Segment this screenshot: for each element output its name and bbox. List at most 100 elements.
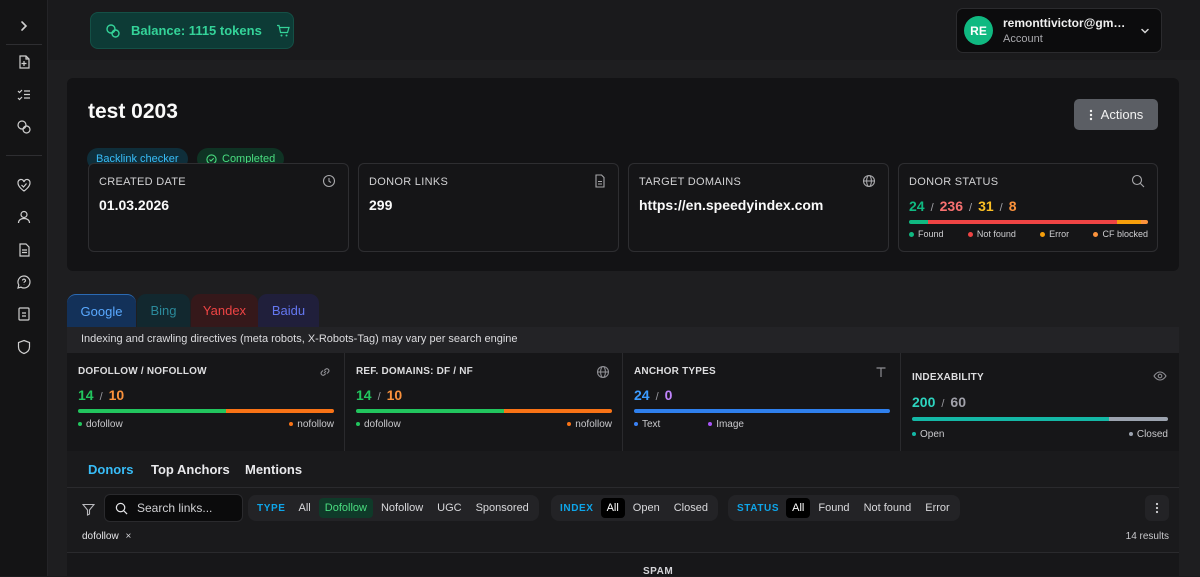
metric-b: 10	[386, 387, 403, 403]
active-filter-chip[interactable]: dofollow ×	[82, 531, 131, 542]
link-icon	[318, 365, 332, 379]
metric-bar-segment-a	[634, 409, 890, 413]
column-header-spam[interactable]: SPAM	[643, 566, 673, 577]
sidebar-divider	[6, 155, 42, 156]
main-content: test 0203 Backlink checker Completed Act…	[48, 60, 1200, 577]
eye-icon	[1153, 369, 1167, 383]
metric-bar-segment-a	[912, 417, 1110, 421]
help-chat-icon[interactable]	[14, 272, 34, 292]
chevron-right-icon[interactable]	[14, 16, 34, 36]
stat-label: DONOR STATUS	[909, 176, 999, 188]
donor-status-segment-cf-blocked	[1140, 220, 1148, 224]
metric-dofollow: DOFOLLOW / NOFOLLOW 14 / 10 dofollow nofol…	[67, 353, 345, 451]
stat-label: TARGET DOMAINS	[639, 176, 742, 188]
heart-check-icon[interactable]	[14, 175, 34, 195]
stat-created-date: CREATED DATE 01.03.2026	[88, 163, 349, 252]
page-title: test 0203	[88, 100, 178, 123]
tab-mentions[interactable]: Mentions	[245, 462, 302, 477]
donor-status-counts: 24 / 236 / 31 / 8	[909, 198, 1017, 214]
clock-icon	[322, 174, 336, 188]
metric-a: 200	[912, 394, 936, 410]
metric-anchor-types: ANCHOR TYPES 24 / 0 Text Image	[623, 353, 901, 451]
more-vertical-icon	[1089, 109, 1093, 121]
status-filter-label: STATUS	[737, 502, 780, 514]
top-bar: Balance: 1115 tokens RE remonttivictor@g…	[48, 0, 1200, 60]
type-option-all[interactable]: All	[293, 498, 317, 518]
index-option-all[interactable]: All	[600, 498, 625, 518]
document-icon[interactable]	[14, 240, 34, 260]
separator: /	[969, 202, 973, 214]
tab-donors[interactable]: Donors	[88, 462, 134, 477]
filter-icon[interactable]	[82, 503, 95, 516]
legend-not-found: Not found	[967, 229, 1016, 239]
type-option-dofollow[interactable]: Dofollow	[318, 498, 373, 518]
type-filter-label: TYPE	[257, 502, 286, 514]
coins-icon	[105, 23, 121, 39]
stat-label: CREATED DATE	[99, 176, 186, 188]
metric-a: 24	[634, 387, 650, 403]
donor-status-legend: Found Not found Error CF blocked	[909, 229, 1148, 239]
tabs-divider	[67, 487, 1179, 488]
user-icon[interactable]	[14, 207, 34, 227]
metric-legend: Text Image	[634, 419, 744, 430]
type-option-ugc[interactable]: UGC	[431, 498, 467, 518]
status-option-not-found[interactable]: Not found	[858, 498, 918, 518]
index-option-closed[interactable]: Closed	[668, 498, 714, 518]
task-list-icon[interactable]	[14, 85, 34, 105]
coins-icon[interactable]	[14, 117, 34, 137]
more-options-button[interactable]	[1145, 495, 1169, 521]
donor-status-segment-found	[909, 220, 929, 224]
account-menu[interactable]: RE remonttivictor@gmai... Account	[956, 8, 1162, 53]
index-option-open[interactable]: Open	[627, 498, 666, 518]
cf-blocked-count: 8	[1008, 198, 1017, 214]
balance-text: Balance: 1115 tokens	[131, 23, 262, 38]
avatar: RE	[964, 16, 993, 45]
contact-book-icon[interactable]	[14, 304, 34, 324]
stat-value: 299	[369, 197, 393, 213]
account-text: remonttivictor@gmai... Account	[1003, 16, 1129, 45]
project-header-card: test 0203 Backlink checker Completed Act…	[67, 78, 1179, 271]
actions-button[interactable]: Actions	[1074, 99, 1158, 130]
metric-values: 14 / 10	[356, 387, 402, 403]
metric-b: 60	[950, 394, 966, 410]
type-filter-group: TYPE All Dofollow Nofollow UGC Sponsored	[248, 495, 539, 521]
metric-values: 24 / 0	[634, 387, 672, 403]
index-filter-label: INDEX	[560, 502, 594, 514]
shield-icon[interactable]	[14, 337, 34, 357]
found-count: 24	[909, 198, 925, 214]
metric-label: INDEXABILITY	[912, 372, 984, 383]
chevron-down-icon[interactable]	[1139, 25, 1151, 37]
stat-donor-links: DONOR LINKS 299	[358, 163, 619, 252]
type-option-sponsored[interactable]: Sponsored	[470, 498, 535, 518]
search-placeholder: Search links...	[137, 501, 213, 515]
sidebar	[0, 0, 48, 576]
stat-target-domains: TARGET DOMAINS https://en.speedyindex.co…	[628, 163, 889, 252]
cart-icon[interactable]	[276, 24, 290, 38]
tab-baidu[interactable]: Baidu	[258, 294, 319, 327]
tab-yandex[interactable]: Yandex	[191, 294, 258, 327]
stat-value: 01.03.2026	[99, 197, 170, 213]
metric-bar-segment-a	[78, 409, 227, 413]
results-count: 14 results	[1125, 531, 1169, 542]
globe-icon	[596, 365, 610, 379]
metric-a: 14	[356, 387, 372, 403]
more-vertical-icon	[1155, 502, 1159, 514]
donor-status-segment-not-found	[928, 220, 1117, 224]
tab-top-anchors[interactable]: Top Anchors	[151, 462, 230, 477]
search-input[interactable]: Search links...	[104, 494, 243, 522]
balance-pill[interactable]: Balance: 1115 tokens	[90, 12, 294, 49]
metric-bar-segment-b	[226, 409, 334, 413]
status-option-all[interactable]: All	[786, 498, 811, 518]
status-option-error[interactable]: Error	[919, 498, 955, 518]
tab-bing[interactable]: Bing	[137, 294, 190, 327]
status-option-found[interactable]: Found	[812, 498, 855, 518]
separator: /	[999, 202, 1003, 214]
close-icon[interactable]: ×	[125, 531, 131, 542]
type-option-nofollow[interactable]: Nofollow	[375, 498, 429, 518]
add-document-icon[interactable]	[14, 52, 34, 72]
tab-google[interactable]: Google	[67, 294, 136, 327]
metric-label: ANCHOR TYPES	[634, 366, 716, 377]
actions-label: Actions	[1100, 107, 1144, 122]
metric-bar	[912, 417, 1168, 421]
stat-value: https://en.speedyindex.com	[639, 197, 824, 213]
